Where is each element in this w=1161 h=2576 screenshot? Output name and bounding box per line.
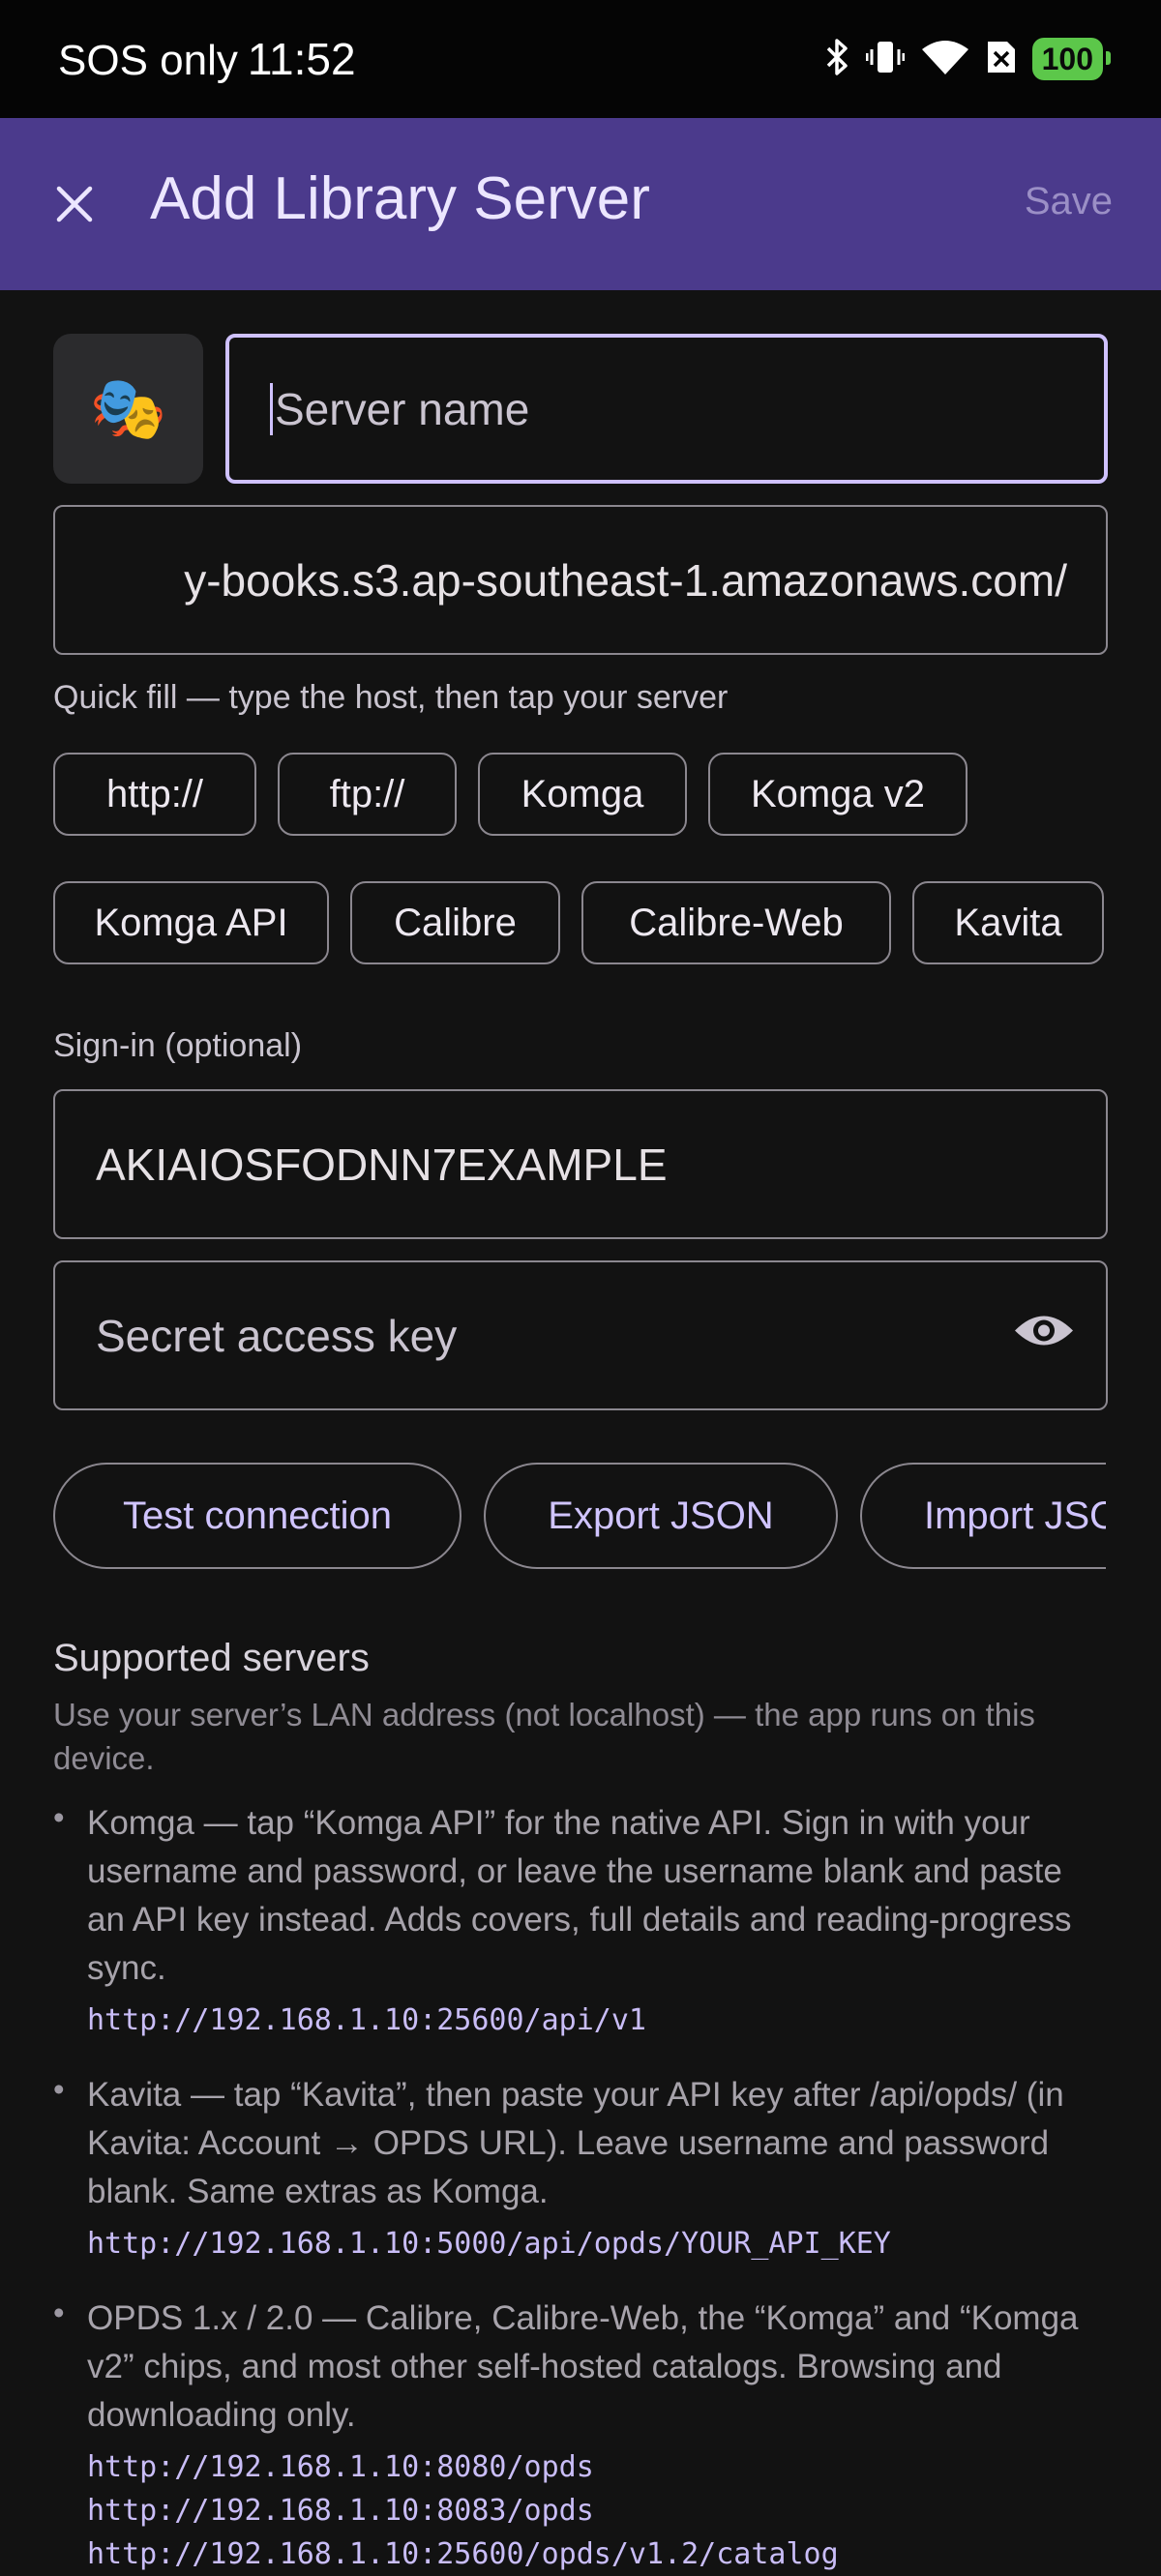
chip-http[interactable]: http:// <box>53 753 256 836</box>
text-caret <box>270 382 273 435</box>
secret-key-placeholder: Secret access key <box>96 1310 458 1361</box>
chip-calibre[interactable]: Calibre <box>350 881 560 964</box>
carrier-text: SOS only <box>58 37 238 84</box>
list-item-komga: • Komga — tap “Komga API” for the native… <box>53 1799 1108 2042</box>
bullet-dot: • <box>53 2071 65 2107</box>
server-url-input[interactable]: y-books.s3.ap-southeast-1.amazonaws.com/ <box>53 505 1108 655</box>
chip-komga[interactable]: Komga <box>478 753 687 836</box>
export-json-button[interactable]: Export JSON <box>484 1463 838 1569</box>
access-key-input[interactable]: AKIAIOSFODNN7EXAMPLE <box>53 1089 1108 1239</box>
secret-key-input[interactable]: Secret access key <box>53 1260 1108 1410</box>
vibrate-icon <box>865 38 906 81</box>
chip-kavita[interactable]: Kavita <box>912 881 1104 964</box>
quick-fill-helper: Quick fill — type the host, then tap you… <box>53 679 729 716</box>
app-bar: Add Library Server Save <box>0 118 1161 290</box>
bullet-dot: • <box>53 2295 65 2330</box>
list-item-text: OPDS 1.x / 2.0 — Calibre, Calibre-Web, t… <box>87 2299 1079 2434</box>
action-row: Test connection Export JSON Import JSON <box>0 1461 1106 1577</box>
list-item-text: Kavita — tap “Kavita”, then paste your A… <box>87 2076 1064 2210</box>
list-item-opds: • OPDS 1.x / 2.0 — Calibre, Calibre-Web,… <box>53 2295 1108 2576</box>
no-sim-icon <box>986 38 1017 81</box>
wifi-icon <box>920 38 970 81</box>
supported-servers-description: Use your server’s LAN address (not local… <box>53 1697 1035 1776</box>
bluetooth-icon <box>825 38 850 81</box>
eye-icon[interactable] <box>1013 1309 1075 1362</box>
clock: 11:52 <box>247 34 356 84</box>
close-icon[interactable] <box>50 180 99 228</box>
server-url-value: y-books.s3.ap-southeast-1.amazonaws.com/ <box>184 554 1067 606</box>
import-json-button[interactable]: Import JSON <box>860 1463 1106 1569</box>
access-key-value: AKIAIOSFODNN7EXAMPLE <box>96 1139 668 1190</box>
status-bar: SOS only 11:52 100 <box>0 0 1161 118</box>
chip-komga-api[interactable]: Komga API <box>53 881 329 964</box>
battery-indicator: 100 <box>1031 38 1112 80</box>
chip-komga-v2[interactable]: Komga v2 <box>708 753 968 836</box>
example-url: http://192.168.1.10:25600/api/v1 <box>87 2003 646 2037</box>
signin-label: Sign-in (optional) <box>53 1027 303 1064</box>
chip-ftp[interactable]: ftp:// <box>278 753 457 836</box>
server-name-input[interactable]: Server name <box>225 334 1108 484</box>
test-connection-button[interactable]: Test connection <box>53 1463 461 1569</box>
example-url: http://192.168.1.10:25600/opds/v1.2/cata… <box>87 2537 839 2571</box>
page-title: Add Library Server <box>150 165 650 232</box>
example-url: http://192.168.1.10:5000/api/opds/YOUR_A… <box>87 2227 891 2261</box>
theater-masks-icon: 🎭 <box>89 373 167 443</box>
list-item-kavita: • Kavita — tap “Kavita”, then paste your… <box>53 2071 1108 2265</box>
list-item-text: Komga — tap “Komga API” for the native A… <box>87 1804 1072 1987</box>
server-icon-picker[interactable]: 🎭 <box>53 334 203 484</box>
bullet-dot: • <box>53 1799 65 1835</box>
supported-servers-title: Supported servers <box>53 1637 370 1679</box>
save-button[interactable]: Save <box>1025 180 1113 223</box>
server-name-placeholder: Server name <box>275 383 530 434</box>
example-url: http://192.168.1.10:8080/opds <box>87 2450 594 2484</box>
chip-calibre-web[interactable]: Calibre-Web <box>581 881 891 964</box>
example-url: http://192.168.1.10:8083/opds <box>87 2494 594 2528</box>
